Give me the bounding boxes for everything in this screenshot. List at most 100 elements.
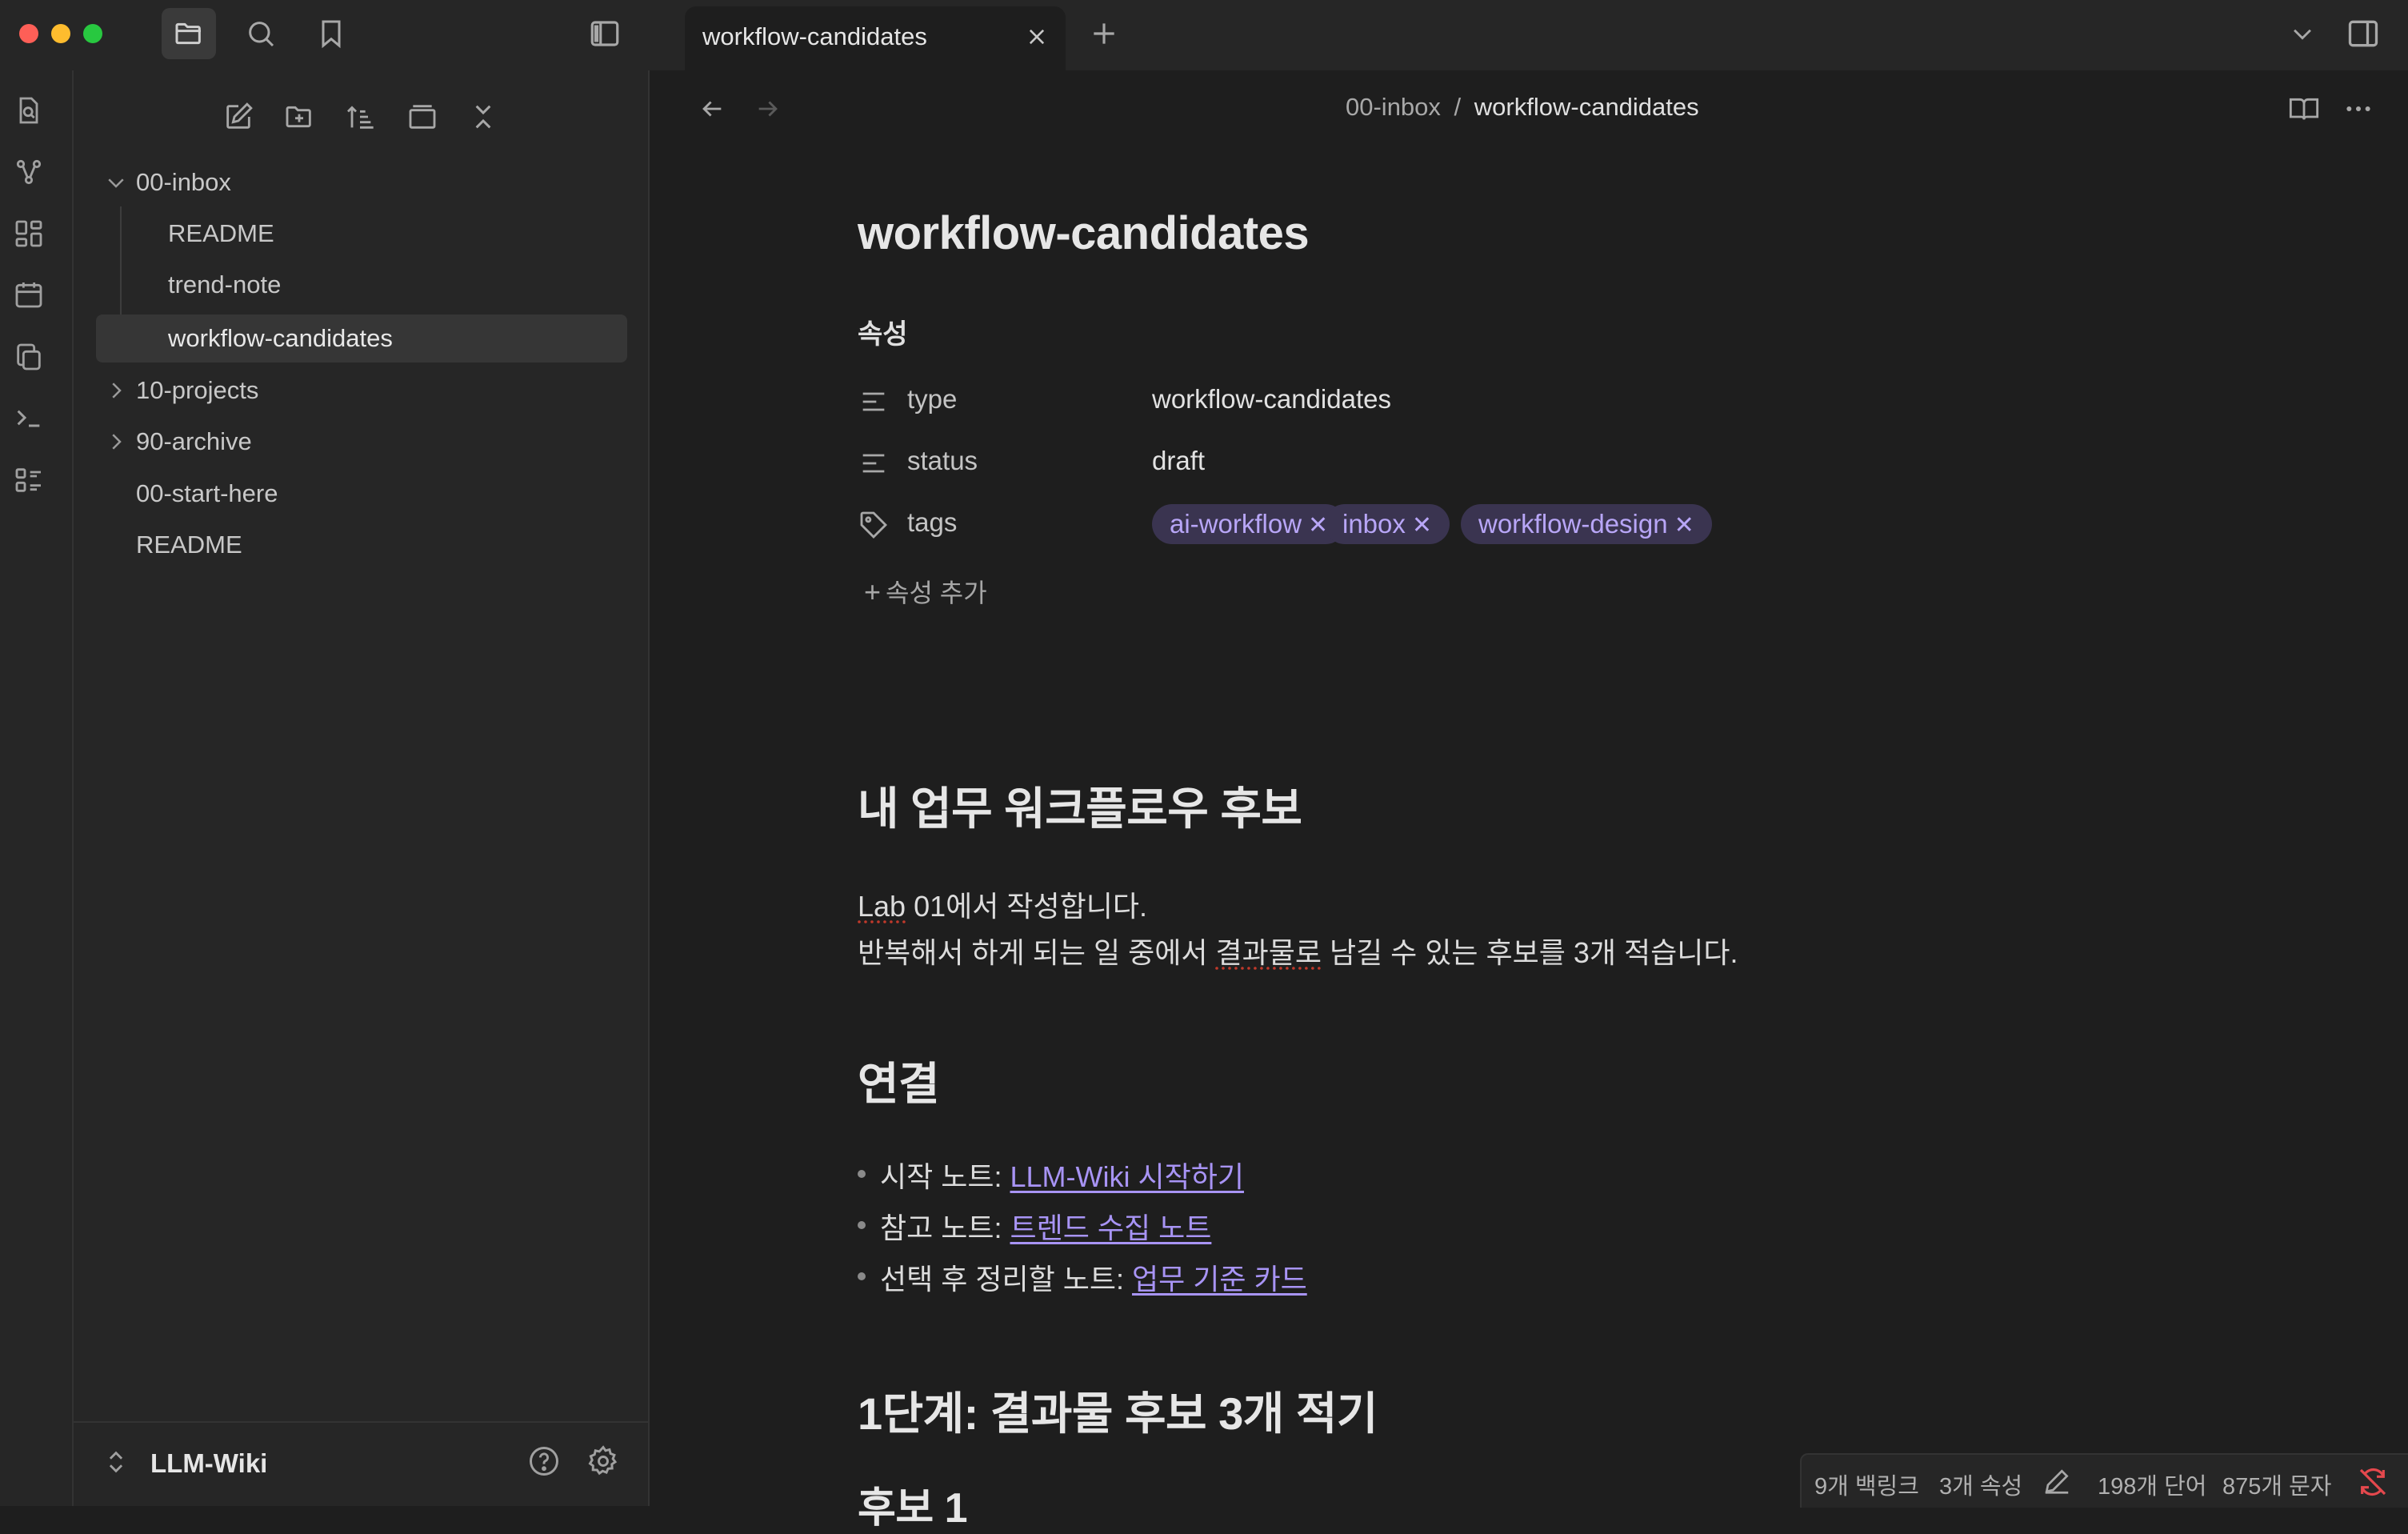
file-readme-root[interactable]: README — [96, 521, 608, 569]
list-item[interactable]: 선택 후 정리할 노트: 업무 기준 카드 — [858, 1256, 1307, 1298]
quick-switcher-button[interactable] — [11, 93, 46, 128]
chevron-down-icon — [108, 178, 124, 188]
vault-switcher[interactable]: LLM-Wiki — [74, 1421, 648, 1508]
misspelled-word[interactable]: Lab — [858, 890, 906, 923]
toggle-right-sidebar-button[interactable] — [2336, 8, 2390, 59]
remove-tag-icon[interactable]: ✕ — [1412, 506, 1432, 546]
paragraph-line[interactable]: Lab 01에서 작성합니다. — [858, 883, 1147, 925]
more-options-button[interactable] — [2342, 93, 2374, 125]
tag-pill[interactable]: ai-workflow ✕ — [1152, 504, 1346, 544]
paragraph-text: 01에서 작성합니다. — [906, 890, 1147, 923]
pencil-icon[interactable] — [2042, 1466, 2072, 1496]
canvas-button[interactable] — [11, 216, 46, 251]
tree-item-label: workflow-candidates — [168, 324, 393, 352]
tree-item-label: README — [136, 531, 242, 559]
new-note-button[interactable] — [214, 93, 262, 141]
paragraph-line[interactable]: 반복해서 하게 되는 일 중에서 결과물로 남길 수 있는 후보를 3개 적습니… — [858, 930, 1738, 971]
new-tab-button[interactable] — [1077, 8, 1131, 59]
toggle-left-sidebar-button[interactable] — [578, 8, 632, 59]
list-item-prefix: 참고 노트: — [880, 1212, 1010, 1244]
internal-link[interactable]: LLM-Wiki 시작하기 — [1010, 1160, 1244, 1193]
breadcrumb-parent[interactable]: 00-inbox — [1346, 93, 1441, 121]
heading-candidate-1[interactable]: 후보 1 — [858, 1474, 968, 1534]
internal-link[interactable]: 업무 기준 카드 — [1132, 1263, 1307, 1296]
gear-icon — [588, 1445, 618, 1476]
property-row-tags[interactable]: tags ai-workflow ✕ inbox ✕ workflow-design… — [858, 496, 1898, 552]
plus-icon — [1094, 23, 1114, 44]
tab-close-button[interactable] — [1021, 21, 1053, 53]
heading-connections[interactable]: 연결 — [858, 1048, 940, 1113]
bullet-dot — [858, 1170, 866, 1178]
heading-step-1[interactable]: 1단계: 결과물 후보 3개 적기 — [858, 1378, 1378, 1443]
more-horizontal-icon — [2346, 106, 2370, 111]
breadcrumb-current[interactable]: workflow-candidates — [1474, 93, 1699, 121]
sort-button[interactable] — [336, 93, 384, 141]
auto-reveal-button[interactable] — [398, 93, 446, 141]
folder-00-inbox[interactable]: 00-inbox — [96, 158, 608, 206]
graph-view-button[interactable] — [11, 154, 46, 190]
back-button[interactable] — [696, 93, 728, 125]
collapse-icon — [475, 105, 491, 129]
tag-label: ai-workflow — [1170, 509, 1302, 539]
property-value[interactable]: workflow-candidates — [1152, 384, 1391, 415]
list-item-prefix: 시작 노트: — [880, 1160, 1010, 1193]
close-window-button[interactable] — [19, 24, 38, 43]
text-lines-icon — [862, 454, 885, 473]
backlinks-count[interactable]: 9개 백링크 — [1814, 1468, 1919, 1501]
tag-pill[interactable]: inbox ✕ — [1325, 504, 1450, 544]
property-value[interactable]: draft — [1152, 446, 1205, 476]
close-icon — [1029, 29, 1045, 45]
title-bar: workflow-candidates — [0, 0, 2408, 72]
note-title[interactable]: workflow-candidates — [858, 206, 1310, 260]
forward-button[interactable] — [752, 93, 784, 125]
paragraph-text: 남길 수 있는 후보를 3개 적습니다. — [1321, 936, 1738, 969]
list-item[interactable]: 참고 노트: 트렌드 수집 노트 — [858, 1205, 1212, 1247]
tab-list-button[interactable] — [2275, 8, 2330, 59]
arrow-left-icon — [702, 101, 722, 117]
file-readme[interactable]: README — [96, 210, 608, 258]
bullet-dot — [858, 1272, 866, 1280]
new-folder-button[interactable] — [275, 93, 323, 141]
file-search-icon — [19, 97, 38, 124]
file-trend-note[interactable]: trend-note — [96, 261, 608, 309]
settings-button[interactable] — [586, 1444, 624, 1482]
properties-heading[interactable]: 속성 — [858, 312, 908, 351]
folder-10-projects[interactable]: 10-projects — [96, 366, 608, 415]
bases-button[interactable] — [11, 463, 46, 498]
file-workflow-candidates[interactable]: workflow-candidates — [96, 314, 627, 362]
bookmarks-button[interactable] — [304, 8, 358, 59]
folder-90-archive[interactable]: 90-archive — [96, 418, 608, 466]
folder-plus-icon — [286, 106, 311, 128]
minimize-window-button[interactable] — [51, 24, 70, 43]
templates-button[interactable] — [11, 339, 46, 374]
daily-note-button[interactable] — [11, 277, 46, 312]
file-explorer: 00-inbox README trend-note workflow-cand… — [74, 70, 650, 1506]
internal-link[interactable]: 트렌드 수집 노트 — [1010, 1212, 1212, 1244]
property-row-status[interactable]: status draft — [858, 435, 1898, 491]
tree-item-label: 10-projects — [136, 376, 259, 404]
tab-workflow-candidates[interactable]: workflow-candidates — [685, 6, 1066, 72]
collapse-all-button[interactable] — [459, 93, 507, 141]
sync-error-icon[interactable] — [2357, 1466, 2389, 1498]
remove-tag-icon[interactable]: ✕ — [1674, 506, 1694, 546]
search-button[interactable] — [234, 8, 288, 59]
property-row-type[interactable]: type workflow-candidates — [858, 373, 1898, 429]
list-item-prefix: 선택 후 정리할 노트: — [880, 1263, 1132, 1296]
zoom-window-button[interactable] — [83, 24, 102, 43]
book-open-icon — [2289, 98, 2319, 120]
list-item[interactable]: 시작 노트: LLM-Wiki 시작하기 — [858, 1154, 1244, 1196]
property-key[interactable]: status — [907, 446, 978, 476]
property-key[interactable]: tags — [907, 507, 957, 538]
file-00-start-here[interactable]: 00-start-here — [96, 470, 608, 518]
help-button[interactable] — [526, 1444, 565, 1482]
misspelled-word[interactable]: 결과물로 — [1215, 936, 1321, 969]
sort-icon — [346, 106, 374, 129]
reading-view-button[interactable] — [2288, 93, 2320, 125]
command-palette-button[interactable] — [11, 400, 46, 435]
add-property-button[interactable]: + 속성 추가 — [864, 573, 987, 610]
heading-workflow-candidates[interactable]: 내 업무 워크플로우 후보 — [858, 773, 1302, 838]
files-view-button[interactable] — [162, 8, 216, 59]
paragraph-text: 반복해서 하게 되는 일 중에서 — [858, 936, 1216, 969]
property-key[interactable]: type — [907, 384, 957, 415]
tag-pill[interactable]: workflow-design ✕ — [1461, 504, 1712, 544]
